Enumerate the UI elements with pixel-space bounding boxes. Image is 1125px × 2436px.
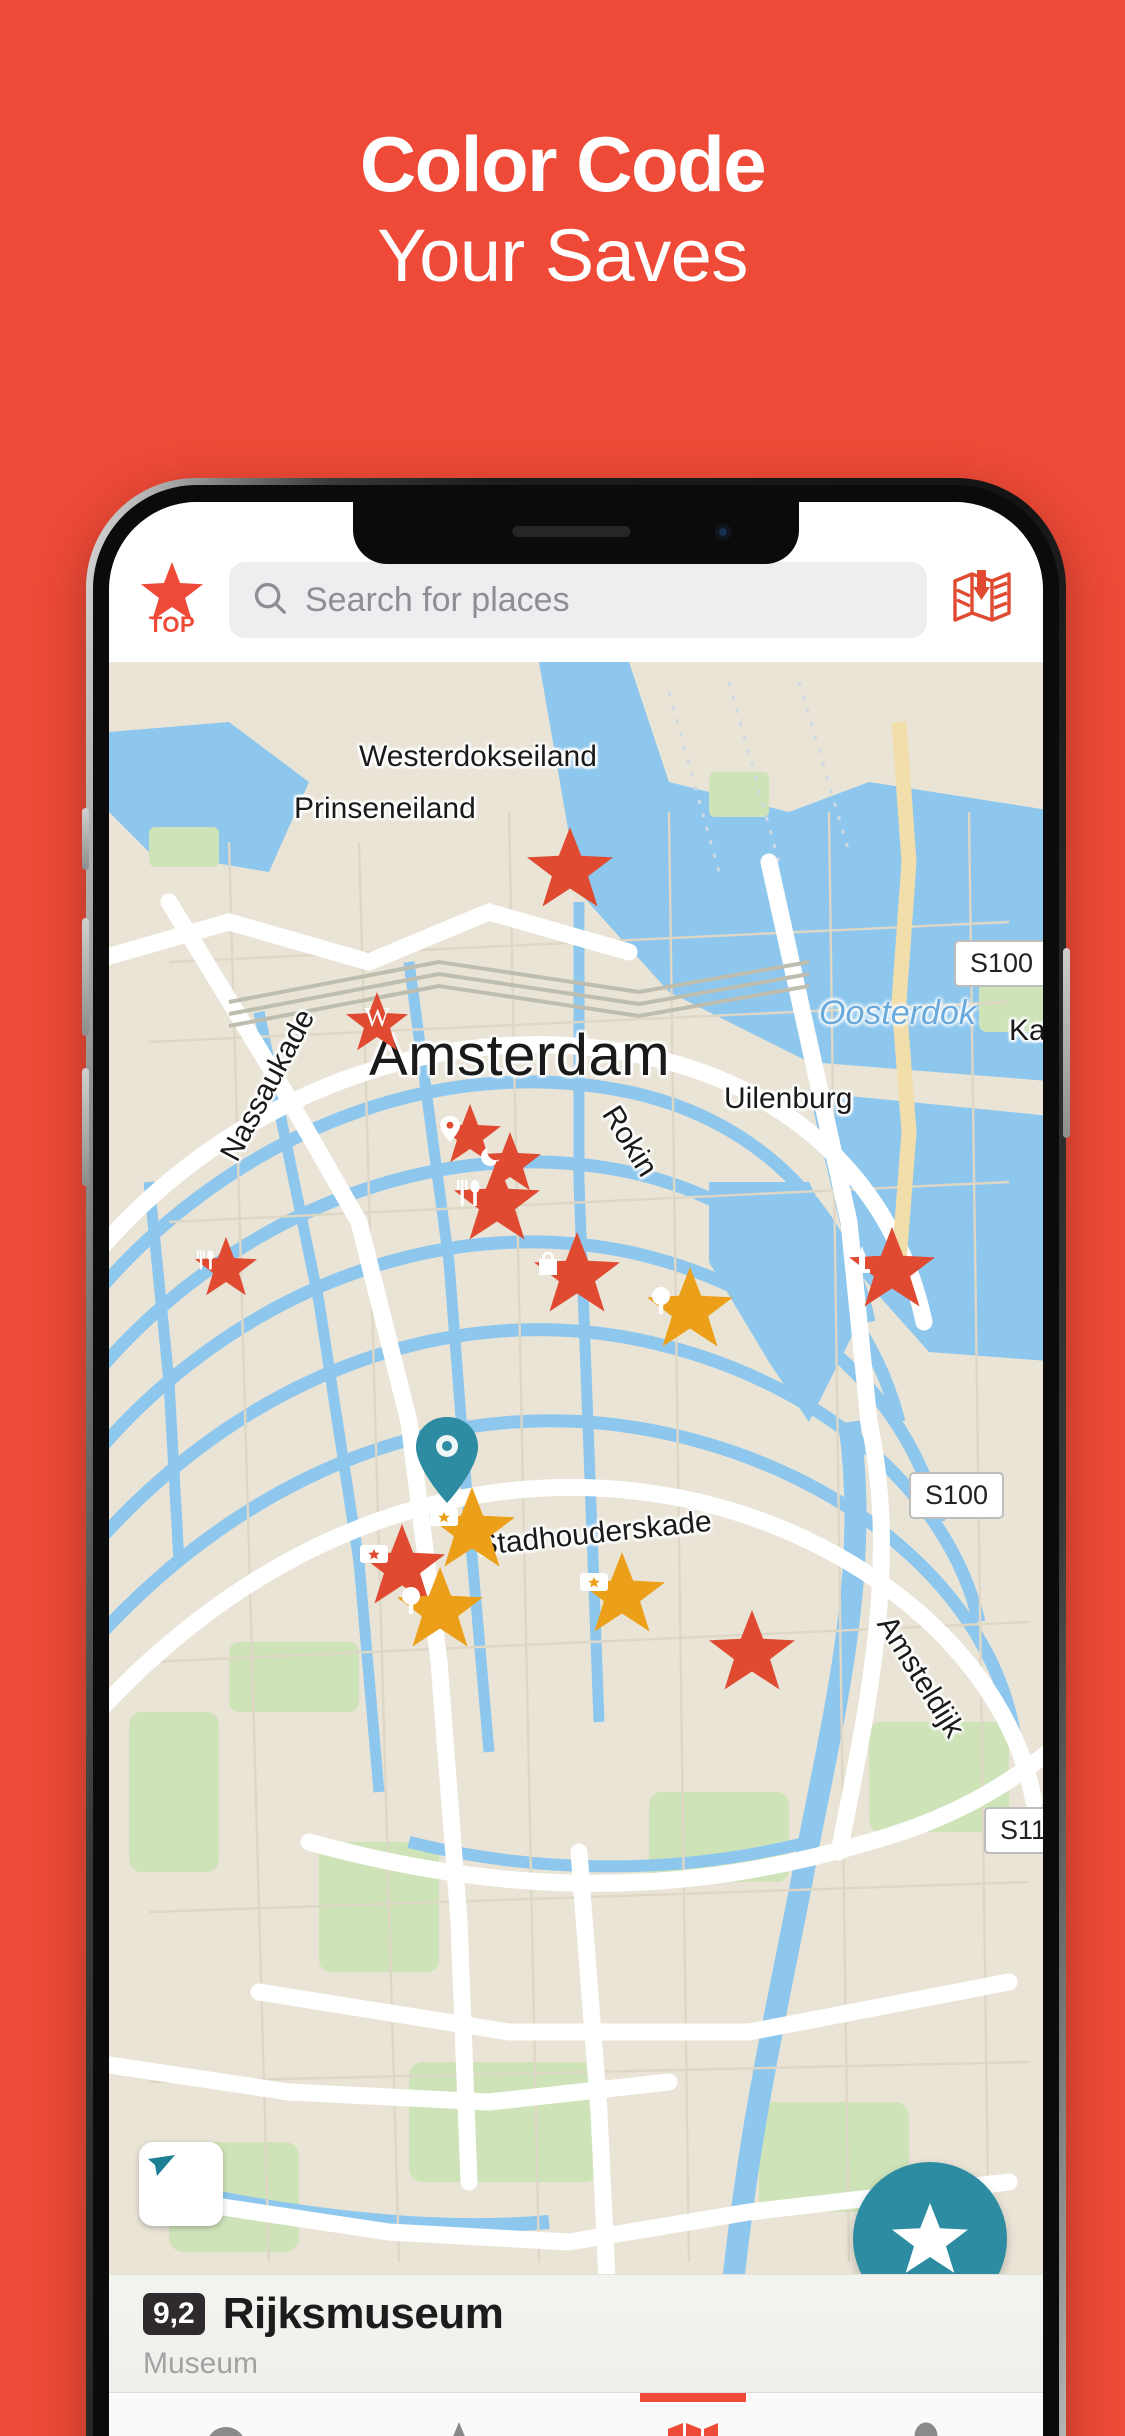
promo-line-1: Color Code	[359, 120, 767, 208]
active-tab-indicator	[639, 2393, 746, 2402]
map-marker-shopping[interactable]	[534, 1232, 620, 1314]
phone-screen: TOP Search for places Westerdokseiland P…	[109, 502, 1043, 2436]
map-label-kattenburg: Kat	[1009, 1014, 1043, 1047]
map-marker-ticket-center[interactable]	[579, 1552, 665, 1634]
wikipedia-icon: W	[364, 1002, 390, 1032]
person-icon	[901, 2421, 951, 2436]
phone-bezel: TOP Search for places Westerdokseiland P…	[93, 485, 1059, 2436]
map-canvas[interactable]: Westerdokseiland Prinseneiland Amsterdam…	[109, 662, 1043, 2274]
star-icon	[892, 2203, 968, 2273]
road-shield-s100-north: S100	[954, 940, 1043, 987]
tab-my-lists[interactable]: My Lists	[343, 2393, 577, 2436]
earpiece-speaker	[512, 526, 631, 537]
map-marker-park-west[interactable]	[397, 1567, 483, 1649]
rating-badge: 9,2	[143, 2293, 205, 2335]
map-download-icon	[951, 568, 1013, 631]
search-placeholder-text: Search for places	[305, 580, 570, 619]
mute-switch[interactable]	[82, 808, 89, 870]
map-label-uilenburg: Uilenburg	[724, 1082, 853, 1115]
place-title: Rijksmuseum	[222, 2289, 504, 2338]
map-marker-monument-east[interactable]	[849, 1227, 935, 1309]
map-marker-park-center[interactable]	[647, 1267, 733, 1349]
tab-discover[interactable]: Discover	[109, 2393, 343, 2436]
compass-icon	[200, 2421, 252, 2436]
top-places-button[interactable]: TOP	[131, 552, 213, 639]
map-marker-restaurant-far-west[interactable]	[195, 1237, 257, 1297]
road-shield-s11: S11	[984, 1807, 1043, 1854]
volume-up-button[interactable]	[82, 918, 89, 1036]
search-icon	[251, 579, 289, 622]
search-input[interactable]: Search for places	[229, 562, 927, 638]
phone-mockup: TOP Search for places Westerdokseiland P…	[82, 478, 1070, 2436]
map-label-oosterdok: Oosterdok	[819, 994, 976, 1032]
front-camera	[713, 522, 733, 542]
locate-me-button[interactable]	[139, 2142, 223, 2226]
map-download-button[interactable]	[943, 560, 1021, 638]
star-icon	[432, 2421, 486, 2436]
map-icon	[666, 2421, 720, 2436]
map-marker-star-south[interactable]	[709, 1610, 795, 1692]
place-info-row: 9,2 Rijksmuseum	[143, 2289, 1009, 2339]
promo-line-2: Your Saves	[377, 214, 748, 297]
selected-place-pin[interactable]	[414, 1417, 480, 1503]
map-label-amsterdam: Amsterdam	[369, 1023, 671, 1088]
promo-headline: Color Code Your Saves	[0, 118, 1125, 302]
map-label-prinseneiland: Prinseneiland	[294, 792, 476, 825]
phone-notch	[353, 502, 799, 564]
tab-map[interactable]: Map	[576, 2393, 810, 2436]
road-shield-s100-south: S100	[909, 1472, 1005, 1519]
map-marker-restaurant[interactable]	[454, 1160, 540, 1242]
map-marker-star[interactable]	[527, 827, 613, 909]
power-button[interactable]	[1063, 948, 1070, 1138]
tab-profile[interactable]: Profile	[810, 2393, 1044, 2436]
map-marker-wikipedia[interactable]: W	[346, 992, 408, 1052]
star-icon	[709, 1610, 795, 1690]
place-info-card[interactable]: 9,2 Rijksmuseum Museum	[109, 2274, 1043, 2392]
bottom-tab-bar: Discover My Lists	[109, 2392, 1043, 2436]
map-label-westerdokseiland: Westerdokseiland	[359, 740, 597, 773]
volume-down-button[interactable]	[82, 1068, 89, 1186]
star-icon	[527, 827, 613, 907]
place-category: Museum	[143, 2347, 259, 2380]
